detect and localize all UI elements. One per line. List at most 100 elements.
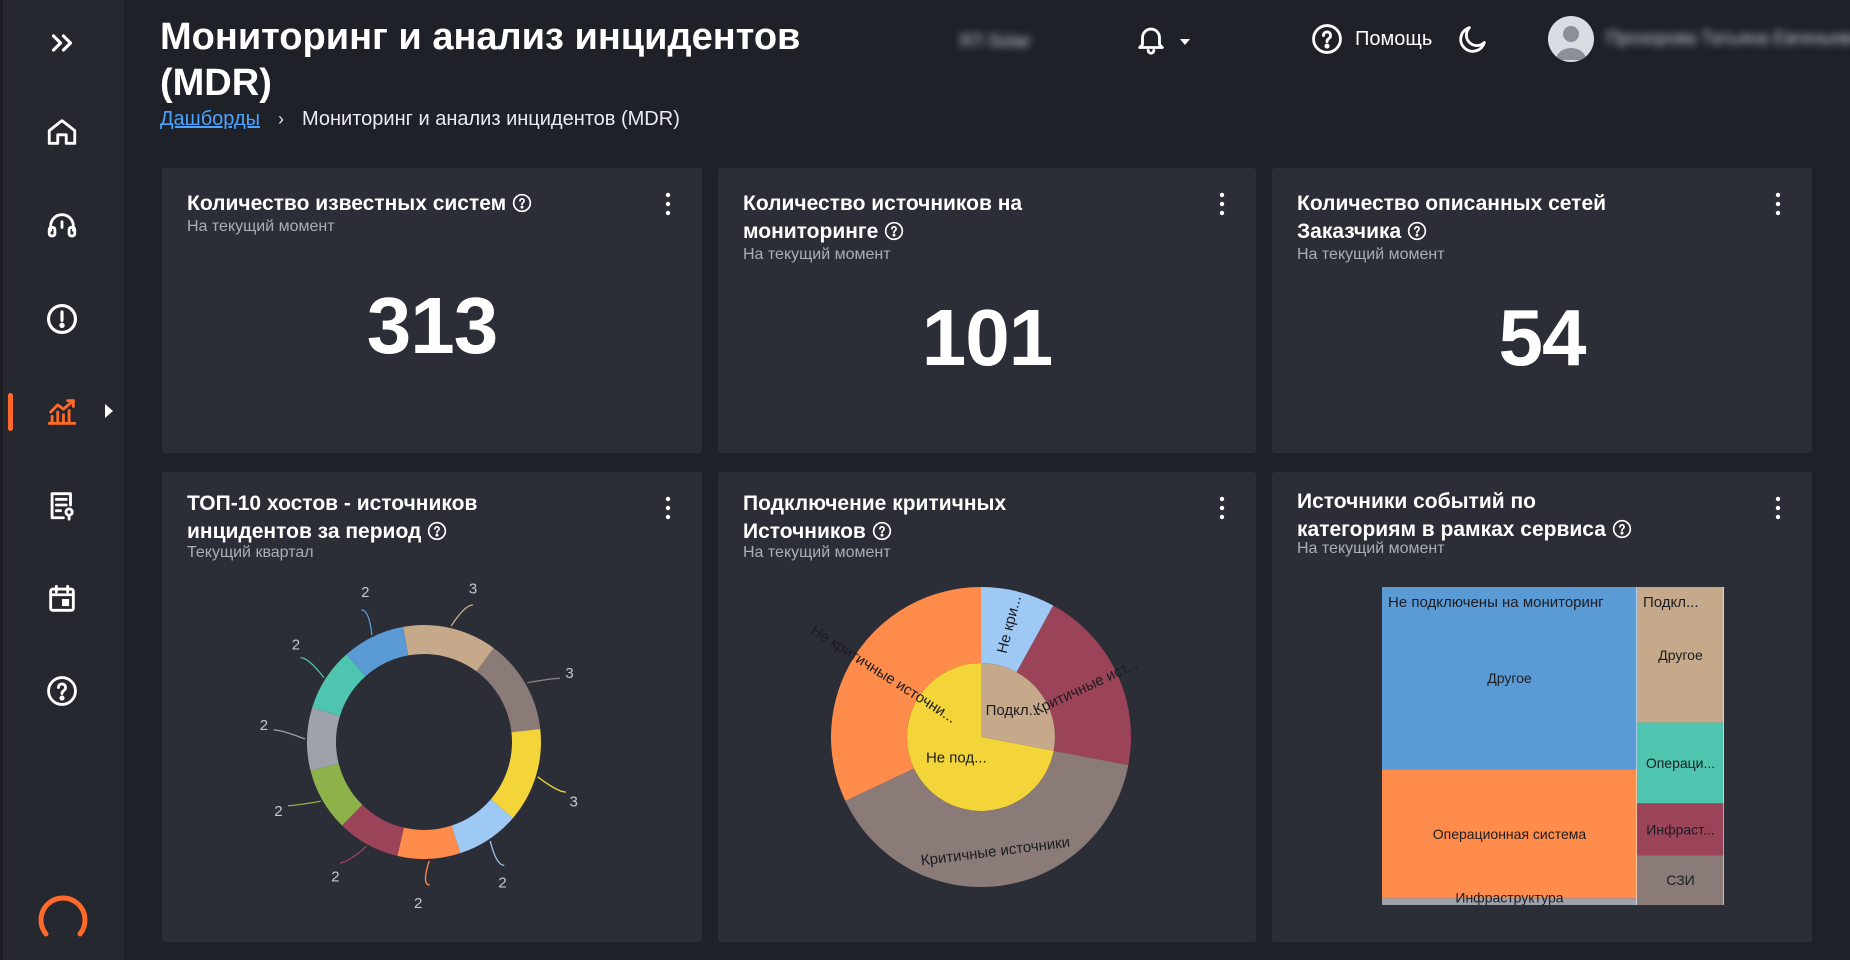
card-title: ТОП-10 хостов - источников инцидентов за… (187, 490, 507, 546)
breadcrumb: Дашборды › Мониторинг и анализ инциденто… (160, 108, 680, 131)
organization-name: RT-Solar (960, 30, 1031, 51)
kebab-menu-icon[interactable] (1770, 494, 1786, 522)
donut-leader-line (450, 604, 473, 627)
card-subtitle: На текущий момент (743, 544, 891, 561)
breadcrumb-link-dashboards[interactable]: Дашборды (160, 108, 260, 131)
calendar-icon (49, 584, 75, 612)
app-logo-icon (38, 895, 88, 937)
card-title: Количество источников на мониторинге (743, 190, 1043, 246)
donut-leader-line (489, 840, 505, 867)
info-question-icon[interactable] (1407, 221, 1427, 241)
card-title-text: Количество известных систем (187, 192, 507, 215)
card-subtitle: На текущий момент (187, 218, 335, 235)
donut-data-label: 2 (292, 636, 300, 653)
sidebar-item-help[interactable] (0, 663, 124, 719)
donut-leader-line (361, 609, 373, 636)
treemap-cell-label: Инфраструктура (1455, 889, 1563, 905)
chevron-down-icon (1180, 39, 1190, 45)
info-question-icon[interactable] (512, 193, 532, 213)
card-title-text: Количество источников на мониторинге (743, 192, 1023, 243)
donut-data-label: 2 (331, 868, 339, 885)
treemap-cell-label: СЗИ (1666, 872, 1694, 888)
sidebar-item-reports[interactable] (0, 477, 124, 533)
card-monitored-sources: Количество источников на мониторинге На … (718, 168, 1256, 453)
source-categories-treemap-chart: Другое Операционная система Инфраструктура… (1382, 587, 1724, 905)
report-document-icon (50, 492, 74, 521)
page-header: Мониторинг и анализ инцидентов (MDR) Даш… (124, 0, 1850, 150)
treemap-cell-label: Операци... (1646, 755, 1715, 771)
card-title: Источники событий по категориям в рамках… (1297, 488, 1637, 544)
donut-data-label: 2 (260, 717, 268, 734)
card-subtitle: На текущий момент (743, 246, 891, 263)
card-customer-networks: Количество описанных сетей Заказчика На … (1272, 168, 1812, 453)
user-silhouette-icon (1556, 26, 1586, 60)
donut-leader-line (527, 677, 561, 684)
info-question-icon[interactable] (884, 221, 904, 241)
card-known-systems: Количество известных систем На текущий м… (162, 168, 702, 453)
donut-leader-line (273, 729, 306, 740)
donut-slice[interactable] (397, 825, 461, 859)
critical-sources-sunburst-chart: Подкл...Не под...Не кри...Критичные ист.… (808, 587, 1141, 887)
double-chevron-right-icon (51, 34, 73, 52)
card-subtitle: Текущий квартал (187, 544, 314, 561)
help-label[interactable]: Помощь (1355, 28, 1432, 51)
card-source-categories: Источники событий по категориям в рамках… (1272, 472, 1812, 942)
donut-leader-line (287, 800, 321, 807)
kebab-menu-icon[interactable] (660, 494, 676, 522)
donut-slice[interactable] (490, 728, 541, 819)
help-circle-icon (47, 676, 77, 706)
donut-slice[interactable] (307, 707, 340, 771)
info-question-icon[interactable] (1612, 519, 1632, 539)
donut-slice[interactable] (476, 648, 541, 733)
metric-value: 313 (366, 281, 498, 370)
top-hosts-donut-chart: 3 3 3 2 2 2 2 2 2 2 (260, 582, 578, 912)
support-headset-icon (47, 213, 77, 238)
help-icon[interactable] (1310, 22, 1344, 56)
donut-data-label: 2 (274, 803, 282, 820)
kebab-menu-icon[interactable] (660, 190, 676, 218)
donut-data-label: 2 (414, 895, 422, 912)
donut-leader-line (537, 776, 566, 793)
info-question-icon[interactable] (427, 521, 447, 541)
card-top-hosts: ТОП-10 хостов - источников инцидентов за… (162, 472, 702, 942)
card-critical-sources: Подключение критичных Источников На теку… (718, 472, 1256, 942)
card-title-text: Источники событий по категориям в рамках… (1297, 490, 1606, 541)
sidebar-item-support[interactable] (0, 198, 124, 254)
analytics-chart-icon (47, 399, 77, 425)
kebab-menu-icon[interactable] (1214, 190, 1230, 218)
metric-value: 54 (1498, 293, 1587, 382)
card-title: Количество известных систем (187, 190, 657, 218)
donut-data-label: 3 (569, 793, 577, 810)
user-name[interactable]: Прозорова Татьяна Евгеньевна (1606, 28, 1850, 49)
page-title: Мониторинг и анализ инцидентов (MDR) (160, 16, 801, 104)
sidebar-item-incidents[interactable] (0, 291, 124, 347)
card-subtitle: На текущий момент (1297, 246, 1445, 263)
treemap-cell-label: Инфраст... (1646, 821, 1714, 837)
treemap-cell-label: Операционная система (1433, 826, 1587, 842)
treemap-cell-label: Другое (1658, 647, 1703, 663)
info-question-icon[interactable] (872, 521, 892, 541)
breadcrumb-current: Мониторинг и анализ инцидентов (MDR) (302, 108, 680, 130)
sidebar-expand-button[interactable] (0, 15, 124, 71)
avatar[interactable] (1548, 16, 1594, 62)
donut-slice[interactable] (403, 625, 494, 672)
notification-bell-icon[interactable] (1134, 22, 1168, 56)
sidebar-item-home[interactable] (0, 104, 124, 160)
breadcrumb-separator-icon: › (278, 109, 284, 129)
kebab-menu-icon[interactable] (1214, 494, 1230, 522)
sidebar-item-calendar[interactable] (0, 571, 124, 627)
card-title: Количество описанных сетей Заказчика (1297, 190, 1637, 246)
kebab-menu-icon[interactable] (1770, 190, 1786, 218)
sidebar (0, 0, 124, 960)
donut-data-label: 2 (498, 875, 506, 892)
donut-data-label: 3 (565, 665, 573, 682)
caret-right-icon[interactable] (102, 401, 116, 421)
donut-leader-line (424, 860, 430, 886)
dark-mode-moon-icon[interactable] (1456, 22, 1490, 56)
alert-circle-icon (46, 303, 78, 335)
card-subtitle: На текущий момент (1297, 540, 1445, 557)
donut-leader-line (339, 845, 368, 864)
home-icon (47, 119, 77, 145)
sunburst-inner-label: Не под... (926, 749, 987, 766)
metric-value: 101 (921, 293, 1053, 382)
